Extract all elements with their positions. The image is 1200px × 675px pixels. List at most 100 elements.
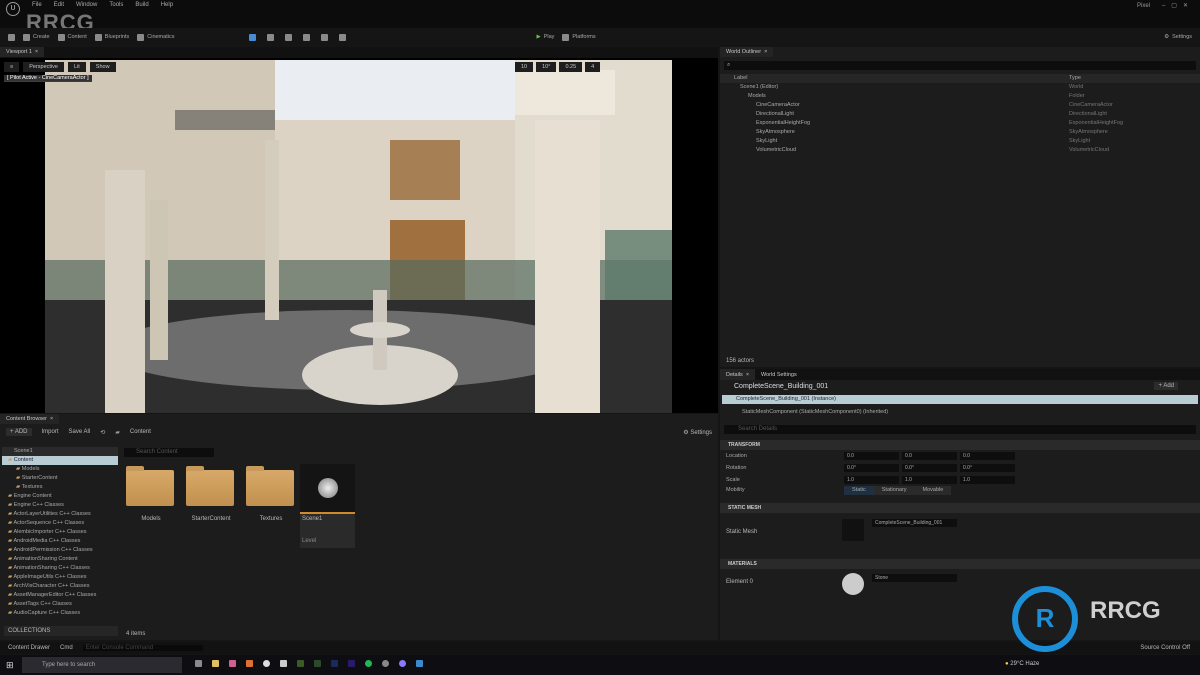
tab-world-settings[interactable]: World Settings xyxy=(755,369,803,380)
tree-item[interactable]: ▰ Models xyxy=(2,465,118,474)
close-icon[interactable]: × xyxy=(35,49,38,55)
lit-button[interactable]: Lit xyxy=(67,62,86,72)
actor-name[interactable]: CompleteScene_Building_001 xyxy=(720,380,1200,393)
task-view-icon[interactable] xyxy=(195,660,202,667)
static-mesh-section[interactable]: STATIC MESH xyxy=(720,503,1200,513)
level-viewport[interactable]: ≡ Perspective Lit Show [ Pilot Active - … xyxy=(0,58,718,413)
perspective-button[interactable]: Perspective xyxy=(23,62,64,72)
tab-viewport[interactable]: Viewport 1 × xyxy=(0,47,45,57)
tab-details[interactable]: Details × xyxy=(720,369,756,380)
pilot-label[interactable]: [ Pilot Active - CineCameraActor ] xyxy=(4,75,92,82)
tree-item[interactable]: ▰ AnimationSharing Content xyxy=(2,555,118,564)
tree-item[interactable]: ▰ ActorLayerUtilities C++ Classes xyxy=(2,510,118,519)
tree-item[interactable]: ▰ AndroidMedia C++ Classes xyxy=(2,537,118,546)
console-input[interactable]: Enter Console Command xyxy=(82,645,203,651)
app-icon[interactable] xyxy=(229,660,236,667)
material-dropdown[interactable]: Stone xyxy=(872,574,957,582)
tab-content-browser[interactable]: Content Browser × xyxy=(0,414,60,424)
type-column-header[interactable]: Type xyxy=(1069,74,1081,83)
photoshop-icon[interactable] xyxy=(297,660,304,667)
transform-section[interactable]: TRANSFORM xyxy=(720,440,1200,450)
menu-tools[interactable]: Tools xyxy=(109,2,123,8)
create-button[interactable]: Create xyxy=(23,33,50,41)
tree-item[interactable]: ▰ AssetTags C++ Classes xyxy=(2,600,118,609)
source-control-status[interactable]: Source Control Off xyxy=(1140,645,1190,651)
tree-item[interactable]: ▰ AssetManagerEditor C++ Classes xyxy=(2,591,118,600)
label-column-header[interactable]: Label xyxy=(734,74,1069,83)
app-icon[interactable] xyxy=(416,660,423,667)
location-field[interactable]: 0.0 xyxy=(844,452,899,460)
scale-field[interactable]: 1.0 xyxy=(902,476,957,484)
modeling-mode-icon[interactable] xyxy=(321,33,329,41)
outliner-row[interactable]: CineCameraActor CineCameraActor xyxy=(720,101,1200,110)
tree-item[interactable]: ▰ AnimationSharing C++ Classes xyxy=(2,564,118,573)
settings-button[interactable]: ⚙ Settings xyxy=(683,429,712,436)
photoshop-icon[interactable] xyxy=(331,660,338,667)
collections-header[interactable]: COLLECTIONS xyxy=(4,626,118,636)
rotation-field[interactable]: 0.0° xyxy=(844,464,899,472)
folder-asset[interactable]: Textures xyxy=(246,466,296,522)
level-asset[interactable]: Scene1 Level xyxy=(300,464,355,548)
taskbar-search[interactable]: Type here to search xyxy=(22,657,182,673)
grid-snap[interactable]: 10 xyxy=(515,62,534,72)
scene-render[interactable] xyxy=(45,60,672,413)
mobility-static[interactable]: Static xyxy=(844,486,874,495)
details-search-input[interactable]: Search Details xyxy=(724,425,1196,434)
app-icon[interactable] xyxy=(399,660,406,667)
folder-asset[interactable]: Models xyxy=(126,466,176,522)
outliner-search-input[interactable]: ⌕ xyxy=(724,61,1196,70)
camera-speed[interactable]: 4 xyxy=(585,62,601,72)
tree-item[interactable]: ▰ AlembicImporter C++ Classes xyxy=(2,528,118,537)
blueprints-button[interactable]: Blueprints xyxy=(94,33,129,41)
menu-window[interactable]: Window xyxy=(76,2,97,8)
outliner-row[interactable]: Models Folder xyxy=(720,92,1200,101)
tree-item[interactable]: ▰ Engine C++ Classes xyxy=(2,501,118,510)
show-button[interactable]: Show xyxy=(89,62,116,72)
premiere-icon[interactable] xyxy=(348,660,355,667)
platforms-button[interactable]: Platforms xyxy=(562,33,596,41)
cmd-button[interactable]: Cmd xyxy=(60,645,73,651)
content-drawer-button[interactable]: Content Drawer xyxy=(8,645,50,651)
static-mesh-dropdown[interactable]: CompleteScene_Building_001 xyxy=(872,519,957,527)
file-explorer-icon[interactable] xyxy=(212,660,219,667)
fracture-mode-icon[interactable] xyxy=(339,33,347,41)
scale-snap[interactable]: 0.25 xyxy=(559,62,583,72)
history-icon[interactable]: ⟲ xyxy=(100,429,105,436)
outliner-row[interactable]: Scene1 (Editor) World xyxy=(720,83,1200,92)
outliner-row[interactable]: SkyLight SkyLight xyxy=(720,137,1200,146)
tree-item[interactable]: ▰ AudioCapture C++ Classes xyxy=(2,609,118,618)
window-controls[interactable]: –▢✕ xyxy=(1162,2,1194,9)
tree-item[interactable]: ▰ Content xyxy=(2,456,118,465)
viewport-menu-button[interactable]: ≡ xyxy=(4,62,20,72)
save-all-button[interactable]: Save All xyxy=(69,429,91,435)
mobility-stationary[interactable]: Stationary xyxy=(873,486,915,495)
mobility-movable[interactable]: Movable xyxy=(914,486,952,495)
scale-field[interactable]: 1.0 xyxy=(960,476,1015,484)
tree-item[interactable]: ▰ ArchVisCharacter C++ Classes xyxy=(2,582,118,591)
folder-asset[interactable]: StarterContent xyxy=(186,466,236,522)
cinematics-button[interactable]: Cinematics xyxy=(137,33,174,41)
menu-edit[interactable]: Edit xyxy=(54,2,64,8)
tree-item[interactable]: ▰ StarterContent xyxy=(2,474,118,483)
play-button[interactable]: ▶ Play xyxy=(536,34,554,40)
angle-snap[interactable]: 10° xyxy=(536,62,557,72)
menu-build[interactable]: Build xyxy=(135,2,148,8)
materials-section[interactable]: MATERIALS xyxy=(720,559,1200,569)
app-icon[interactable] xyxy=(314,660,321,667)
location-field[interactable]: 0.0 xyxy=(902,452,957,460)
spotify-icon[interactable] xyxy=(365,660,372,667)
close-icon[interactable]: × xyxy=(50,416,53,422)
tree-item[interactable]: ▰ ActorSequence C++ Classes xyxy=(2,519,118,528)
outliner-row[interactable]: DirectionalLight DirectionalLight xyxy=(720,110,1200,119)
add-button[interactable]: + ADD xyxy=(6,428,32,436)
foliage-mode-icon[interactable] xyxy=(285,33,293,41)
outliner-row[interactable]: ExponentialHeightFog ExponentialHeightFog xyxy=(720,119,1200,128)
app-icon[interactable] xyxy=(246,660,253,667)
content-button[interactable]: Content xyxy=(57,33,87,41)
component-self[interactable]: CompleteScene_Building_001 (Instance) xyxy=(722,395,1198,404)
select-mode-icon[interactable] xyxy=(249,33,257,41)
paint-mode-icon[interactable] xyxy=(303,33,311,41)
rotation-field[interactable]: 0.0° xyxy=(960,464,1015,472)
scale-label[interactable]: Scale xyxy=(726,476,844,485)
unreal-icon[interactable] xyxy=(263,660,270,667)
